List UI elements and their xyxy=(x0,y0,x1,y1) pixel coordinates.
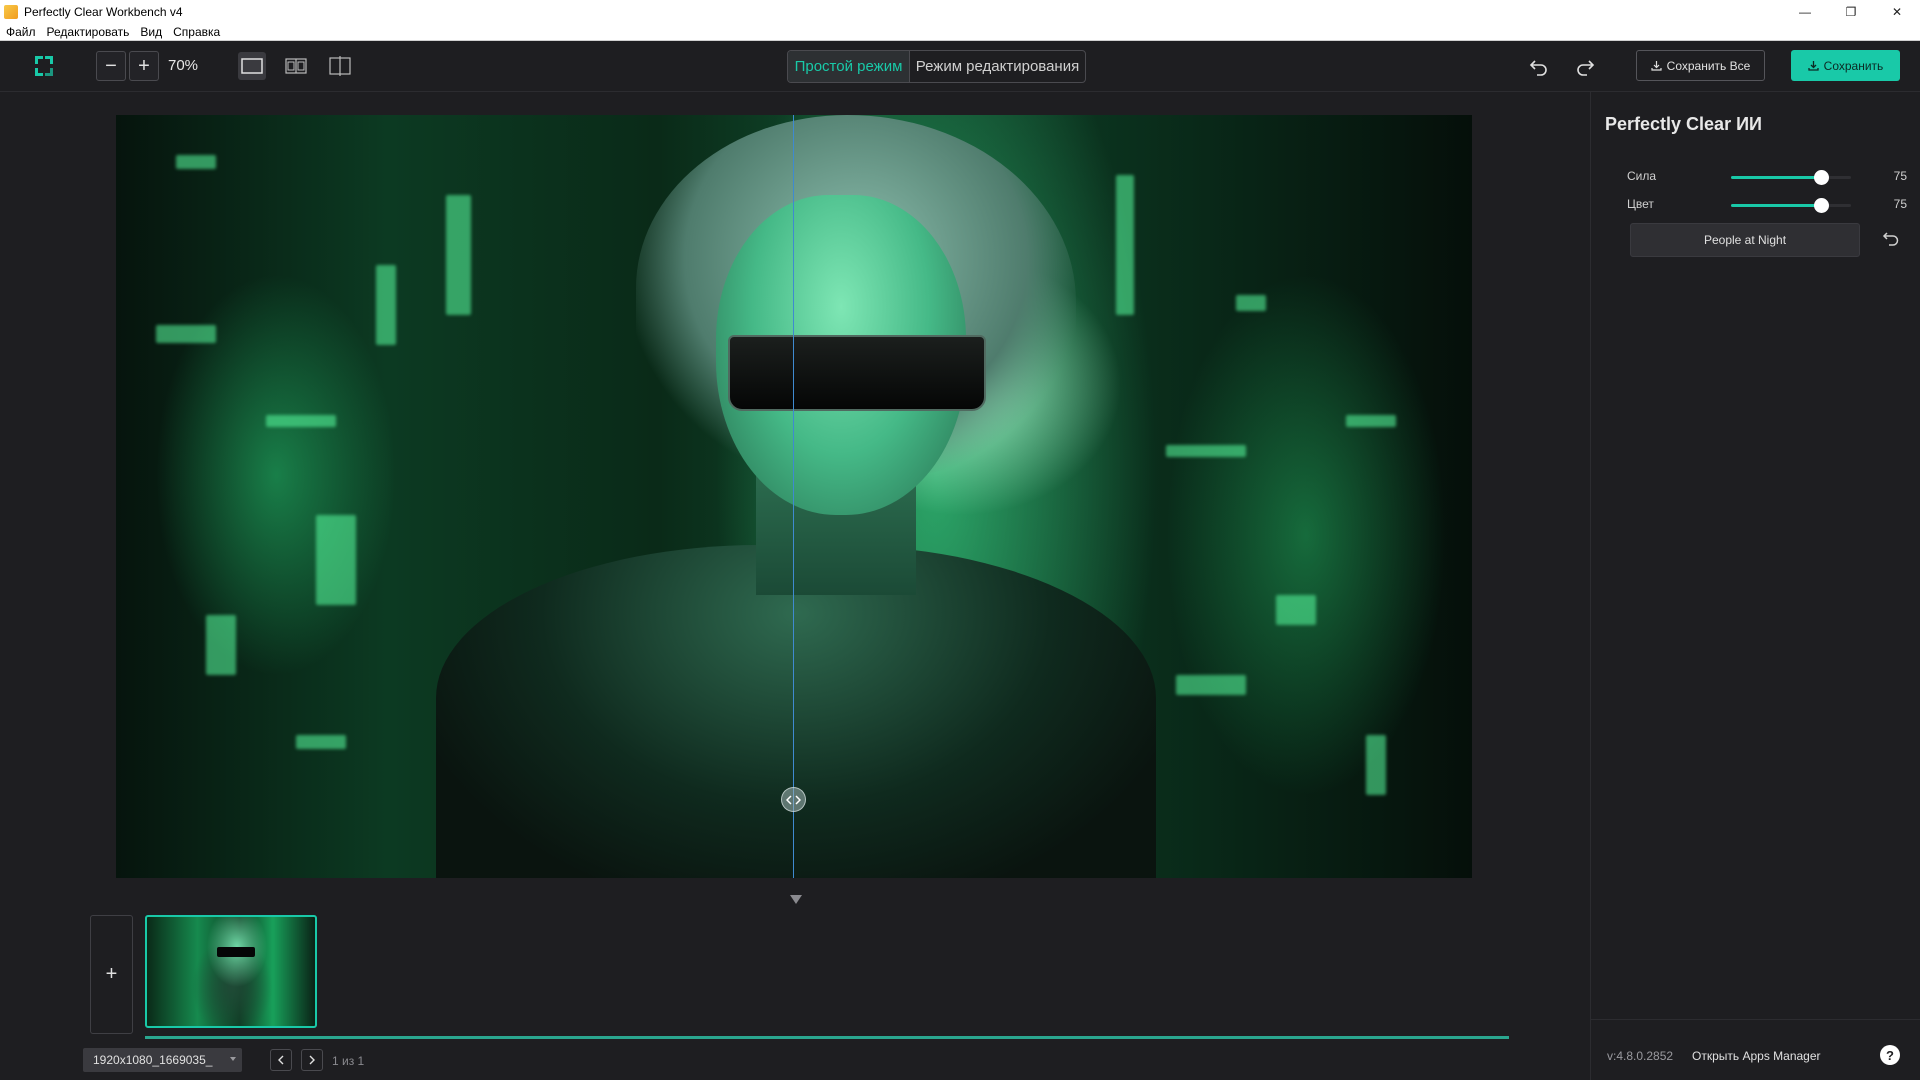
simple-mode-tab[interactable]: Простой режим xyxy=(788,51,910,82)
window-controls: — ❐ ✕ xyxy=(1782,0,1920,23)
slider-label: Сила xyxy=(1627,169,1657,183)
slider-value: 75 xyxy=(1893,197,1907,211)
slider-track[interactable] xyxy=(1731,170,1851,185)
undo-icon[interactable] xyxy=(1525,53,1553,81)
menu-file[interactable]: Файл xyxy=(0,25,41,39)
add-image-button[interactable]: + xyxy=(90,915,133,1034)
chevron-right-icon xyxy=(309,1055,315,1065)
preset-button[interactable]: People at Night xyxy=(1630,223,1860,257)
slider-track[interactable] xyxy=(1731,198,1851,213)
slider-fill xyxy=(1731,176,1821,179)
compare-split-line[interactable] xyxy=(793,115,794,878)
panel-title: Perfectly Clear ИИ xyxy=(1605,114,1762,134)
file-name: 1920x1080_1669035_ xyxy=(93,1053,213,1067)
help-button[interactable]: ? xyxy=(1880,1045,1900,1065)
side-by-side-view-icon[interactable] xyxy=(282,52,310,80)
slider-knob[interactable] xyxy=(1814,170,1829,185)
slider-knob[interactable] xyxy=(1814,198,1829,213)
slider-strength: Сила 75 xyxy=(1627,167,1907,187)
panel-footer: v:4.8.0.2852 Открыть Apps Manager ? xyxy=(1591,1019,1920,1080)
collapse-filmstrip-icon[interactable] xyxy=(790,895,802,904)
window-title: Perfectly Clear Workbench v4 xyxy=(24,4,183,19)
zoom-level: 70% xyxy=(168,57,199,74)
adjustments-panel: Perfectly Clear ИИ Сила 75 Цвет 75 Peopl… xyxy=(1590,92,1920,1080)
edit-mode-tab[interactable]: Режим редактирования xyxy=(910,51,1085,82)
save-all-button[interactable]: Сохранить Все xyxy=(1636,50,1765,81)
filmstrip-progress xyxy=(145,1036,1509,1039)
app-toolbar: − + 70% Простой режим Режим редактирован… xyxy=(0,41,1920,92)
subject-visor xyxy=(728,335,986,411)
page-count: 1 из 1 xyxy=(332,1054,365,1068)
menu-help[interactable]: Справка xyxy=(167,25,225,39)
menu-edit[interactable]: Редактировать xyxy=(41,25,135,39)
minimize-button[interactable]: — xyxy=(1782,0,1828,23)
previous-image-button[interactable] xyxy=(270,1049,292,1071)
reset-icon[interactable] xyxy=(1882,230,1900,248)
mode-switch: Простой режим Режим редактирования xyxy=(787,50,1086,83)
app-icon xyxy=(4,4,18,19)
zoom-in-button[interactable]: + xyxy=(129,51,159,81)
save-all-label: Сохранить Все xyxy=(1666,58,1751,73)
slider-fill xyxy=(1731,204,1821,207)
slider-color: Цвет 75 xyxy=(1627,195,1907,215)
file-select[interactable]: 1920x1080_1669035_ xyxy=(83,1048,242,1072)
redo-icon[interactable] xyxy=(1571,53,1599,81)
split-handle[interactable] xyxy=(781,787,806,812)
photo-preview[interactable] xyxy=(116,115,1472,878)
split-view-icon[interactable] xyxy=(326,52,354,80)
image-thumbnail[interactable] xyxy=(145,915,317,1028)
version-label: v:4.8.0.2852 xyxy=(1607,1049,1674,1063)
save-label: Сохранить xyxy=(1823,58,1884,73)
thumbnail-visor xyxy=(217,947,255,957)
single-view-icon[interactable] xyxy=(238,52,266,80)
menu-view[interactable]: Вид xyxy=(134,25,167,39)
apps-manager-link[interactable]: Открыть Apps Manager xyxy=(1692,1049,1821,1063)
download-icon xyxy=(1808,61,1819,71)
next-image-button[interactable] xyxy=(301,1049,323,1071)
slider-label: Цвет xyxy=(1627,197,1654,211)
save-button[interactable]: Сохранить xyxy=(1791,50,1900,81)
caret-down-icon xyxy=(230,1057,236,1061)
close-button[interactable]: ✕ xyxy=(1874,0,1920,23)
menu-bar: Файл Редактировать Вид Справка xyxy=(0,23,1920,41)
chevron-left-icon xyxy=(278,1055,284,1065)
zoom-out-button[interactable]: − xyxy=(96,51,126,81)
frame-logo-icon[interactable] xyxy=(33,54,55,78)
restore-button[interactable]: ❐ xyxy=(1828,0,1874,23)
window-title-bar: Perfectly Clear Workbench v4 — ❐ ✕ xyxy=(0,0,1920,23)
download-icon xyxy=(1651,61,1662,71)
slider-value: 75 xyxy=(1893,169,1907,183)
